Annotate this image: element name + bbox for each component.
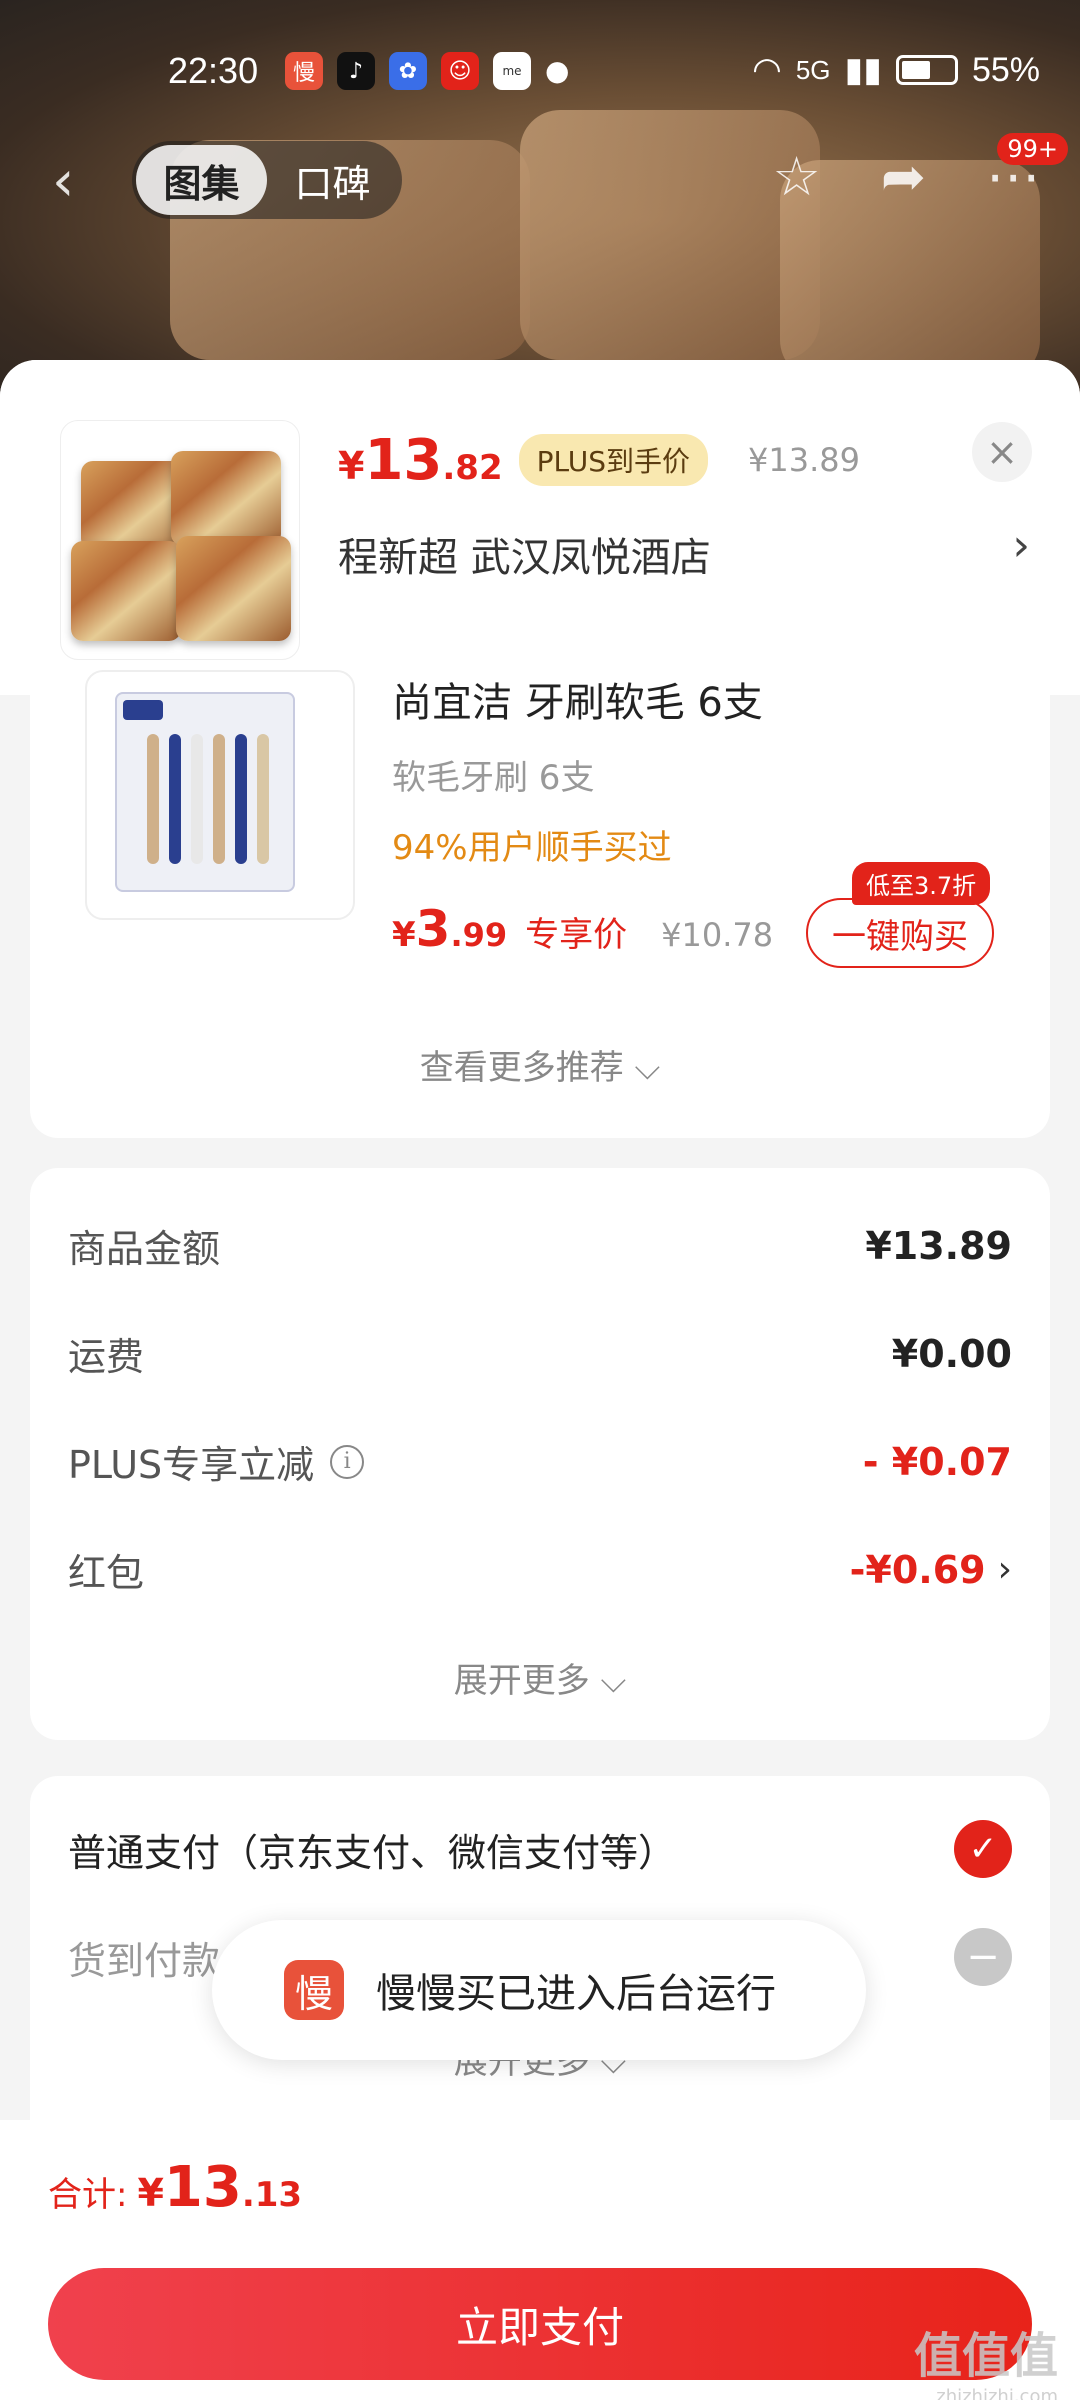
red-packet-label: 红包 [68, 1551, 145, 1595]
shipping-value: ¥0.00 [891, 1331, 1012, 1376]
close-icon[interactable]: × [972, 422, 1032, 482]
final-price: ¥ 13 .82 PLUS到手价 ¥13.89 [338, 428, 860, 494]
summary-row-plus-discount: PLUS专享立减 i - ¥0.07 [68, 1434, 1012, 1489]
goods-amount-label: 商品金额 [68, 1227, 221, 1271]
summary-row-goods: 商品金额 ¥13.89 [68, 1218, 1012, 1273]
price-currency: ¥ [338, 444, 365, 488]
goods-amount-value: ¥13.89 [865, 1223, 1012, 1268]
chevron-right-icon[interactable]: › [1012, 520, 1030, 571]
baidu-app-icon: ✿ [389, 52, 427, 90]
more-recommendations-link[interactable]: 查看更多推荐 ⌵ [30, 1040, 1050, 1089]
top-navigation: ‹ 图集 口碑 ☆ ➦ ⋯ 99+ [0, 133, 1080, 225]
total-label: 合计: [48, 2175, 128, 2215]
discount-badge: 低至3.7折 [852, 862, 991, 905]
toothbrush-pack-image [115, 692, 295, 892]
total-integer: 13 [163, 2155, 242, 2220]
price-integer: 13 [364, 428, 443, 493]
back-icon[interactable]: ‹ [52, 149, 74, 214]
price-decimal: .82 [442, 448, 503, 488]
toast-text: 慢慢买已进入后台运行 [376, 1971, 776, 2017]
total-currency: ¥ [137, 2171, 164, 2215]
order-total: 合计: ¥ 13 .13 [48, 2155, 302, 2220]
shipping-label: 运费 [68, 1335, 145, 1379]
recommend-price-integer: 3 [415, 900, 451, 958]
plus-discount-label-group: PLUS专享立减 i [68, 1434, 365, 1489]
favorite-star-icon[interactable]: ☆ [772, 145, 820, 208]
plus-discount-value: - ¥0.07 [862, 1439, 1012, 1484]
background-running-toast: 慢 慢慢买已进入后台运行 [212, 1920, 866, 2060]
tab-gallery[interactable]: 图集 [136, 145, 267, 215]
recommendation-card: 尚宜洁 牙刷软毛 6支 软毛牙刷 6支 94%用户顺手买过 ¥ 3 .99 专享… [30, 670, 1050, 1138]
total-decimal: .13 [241, 2175, 303, 2215]
exclusive-price-label: 专享价 [525, 915, 628, 955]
pay-now-button[interactable]: 立即支付 [48, 2268, 1032, 2380]
product-thumbnail [60, 420, 300, 660]
watermark-logo: 值值值 [913, 2328, 1058, 2384]
recommend-stat: 94%用户顺手买过 [392, 828, 672, 868]
summary-row-red-packet[interactable]: 红包 -¥0.69 › [68, 1542, 1012, 1597]
realme-app-icon: me [493, 52, 531, 90]
normal-payment-label: 普通支付（京东支付、微信支付等） [68, 1830, 677, 1875]
plus-discount-label: PLUS专享立减 [68, 1443, 315, 1487]
chevron-right-icon[interactable]: › [998, 1549, 1012, 1590]
gallery-review-switch: 图集 口碑 [132, 141, 402, 219]
plus-price-tag: PLUS到手价 [518, 434, 708, 486]
tab-reviews[interactable]: 口碑 [267, 145, 398, 215]
recommend-currency: ¥ [392, 915, 416, 955]
red-packet-value: -¥0.69 [849, 1547, 986, 1592]
share-icon[interactable]: ➦ [881, 145, 926, 208]
battery-icon [895, 55, 958, 85]
signal-icon: 5G [795, 54, 831, 85]
original-price: ¥13.89 [747, 441, 860, 479]
more-notifications-dot-icon: ● [545, 54, 570, 87]
manmanmai-logo-icon: 慢 [284, 1960, 344, 2020]
red-packet-value-group: -¥0.69 › [850, 1548, 1012, 1592]
wifi-icon: ◠ [752, 51, 782, 89]
site-watermark: 值值值 zhizhizhi.com [914, 2316, 1058, 2400]
delivery-address[interactable]: 程新超 武汉凤悦酒店 [338, 525, 711, 583]
disabled-minus-icon: − [954, 1928, 1012, 1986]
watermark-url: zhizhizhi.com [936, 2386, 1058, 2400]
toothbrush-thumbnail[interactable] [85, 670, 355, 920]
recommend-original-price: ¥10.78 [661, 916, 774, 954]
status-right: ◠ 5G ▮▮ 55% [752, 50, 1040, 90]
recommend-price-decimal: .99 [450, 916, 508, 954]
notification-icons: 慢 ♪ ✿ ☺ me ● [285, 52, 569, 90]
status-time: 22:30 [168, 50, 259, 91]
message-count-badge: 99+ [997, 133, 1068, 165]
signal-bars-icon: ▮▮ [844, 51, 882, 89]
checkout-sheet: ¥ 13 .82 PLUS到手价 ¥13.89 × 程新超 武汉凤悦酒店 › 尚… [0, 360, 1080, 2400]
expand-more-link[interactable]: 展开更多 ⌵ [30, 1653, 1050, 1702]
recommend-title[interactable]: 尚宜洁 牙刷软毛 6支 [392, 670, 763, 728]
battery-level: 55% [971, 50, 1040, 89]
one-click-buy-button[interactable]: 一键购买 [806, 898, 994, 968]
price-summary-card: 商品金额 ¥13.89 运费 ¥0.00 PLUS专享立减 i - ¥0.07 … [30, 1168, 1050, 1740]
summary-row-shipping: 运费 ¥0.00 [68, 1326, 1012, 1381]
info-icon[interactable]: i [330, 1444, 365, 1479]
recommend-subtitle: 软毛牙刷 6支 [392, 758, 595, 798]
payment-option-normal[interactable]: 普通支付（京东支付、微信支付等） ✓ [68, 1820, 1012, 1878]
manmanmai-app-icon: 慢 [285, 52, 323, 90]
checked-icon[interactable]: ✓ [954, 1820, 1012, 1878]
sheet-header: ¥ 13 .82 PLUS到手价 ¥13.89 × 程新超 武汉凤悦酒店 › [0, 360, 1080, 695]
recommend-price: ¥ 3 .99 专享价 ¥10.78 [392, 900, 773, 958]
tiktok-app-icon: ♪ [337, 52, 375, 90]
jd-app-icon: ☺ [441, 52, 479, 90]
status-bar: 22:30 慢 ♪ ✿ ☺ me ● ◠ 5G ▮▮ 55% [0, 40, 1080, 104]
